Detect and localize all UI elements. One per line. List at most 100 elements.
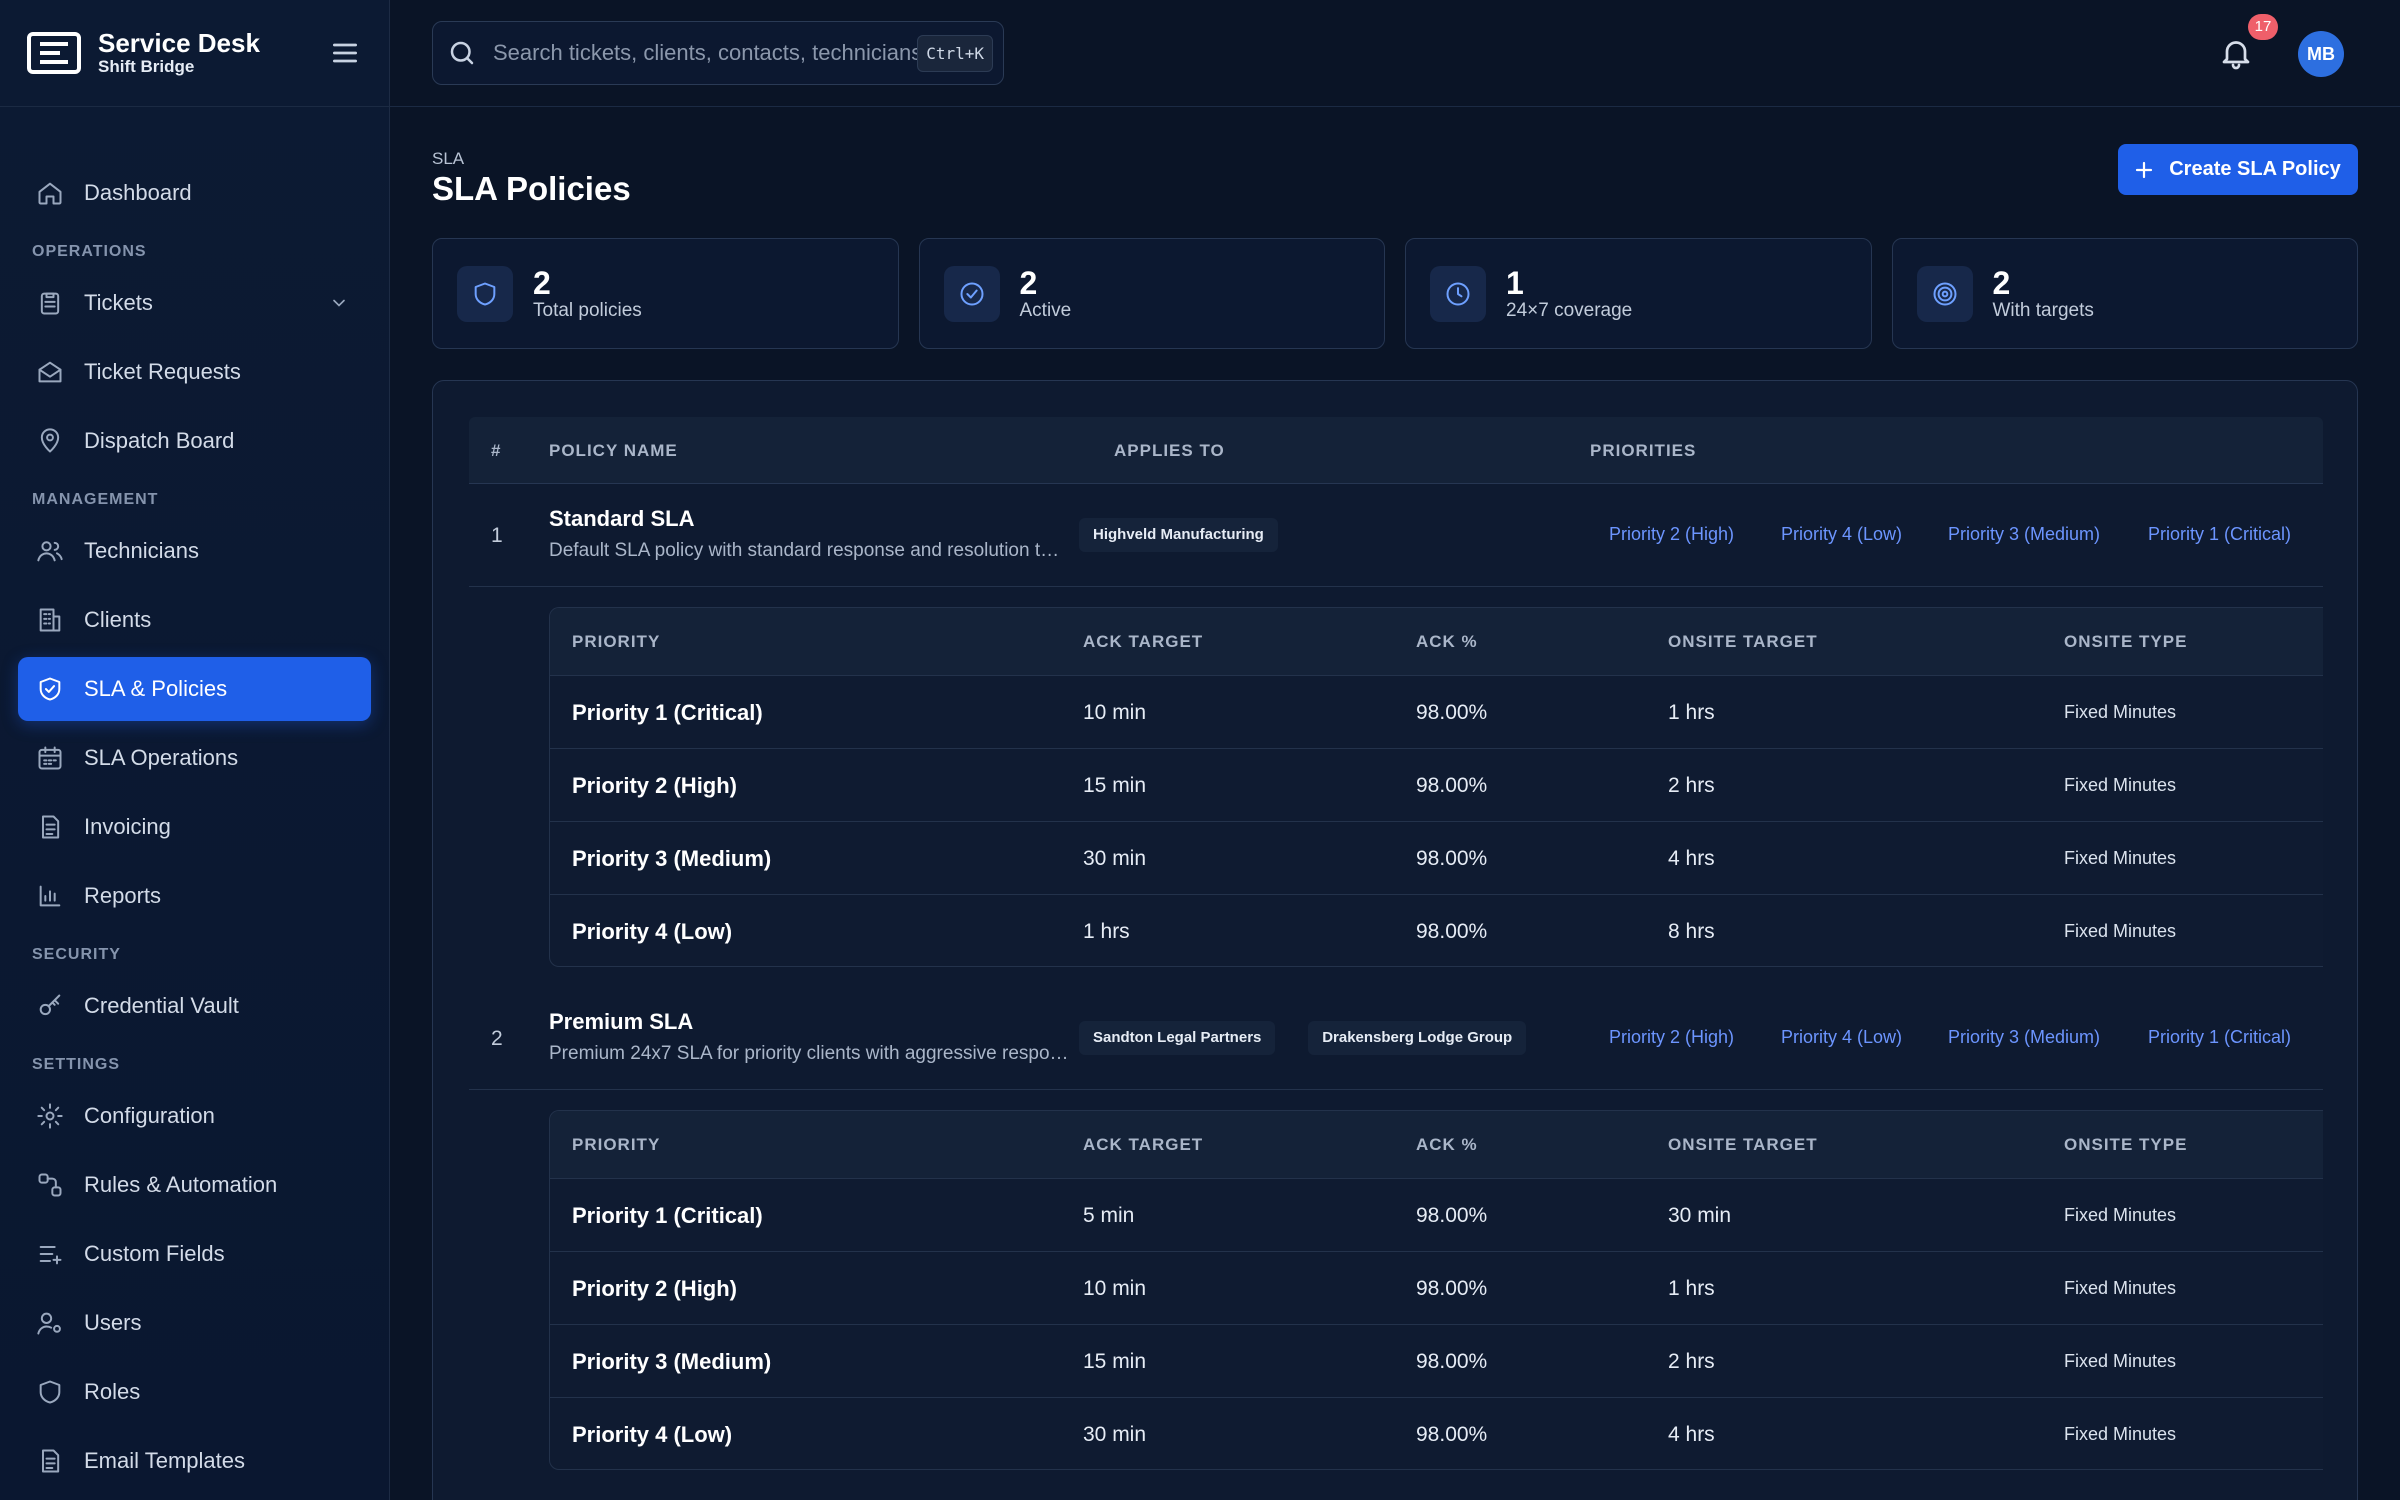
client-chip: Drakensberg Lodge Group — [1308, 1021, 1527, 1055]
col-onsite-target: ONSITE TARGET — [1668, 632, 1818, 651]
sidebar-item-invoicing[interactable]: Invoicing — [18, 795, 371, 859]
sidebar-item-ticket-requests[interactable]: Ticket Requests — [18, 340, 371, 404]
priority-tag: Priority 1 (Critical) — [2148, 1027, 2292, 1047]
target-row: Priority 2 (High) 15 min 98.00% 2 hrs Fixed … — [550, 749, 2323, 822]
col-priorities: PRIORITIES — [1590, 441, 1697, 460]
target-ack: 15 min — [1083, 774, 1147, 797]
col-onsite-type: ONSITE TYPE — [2064, 632, 2188, 651]
targets-header: PRIORITY ACK TARGET ACK % ONSITE TARGET ONSI… — [550, 608, 2323, 676]
workflow-icon — [38, 1173, 62, 1197]
map-pin-icon — [40, 428, 60, 453]
target-onsite-type: Fixed Minutes — [2064, 1351, 2177, 1371]
col-ack-target: ACK TARGET — [1083, 632, 1204, 651]
nav-section-operations: OPERATIONS — [32, 243, 147, 260]
client-chip: Sandton Legal Partners — [1079, 1021, 1276, 1055]
policy-name[interactable]: Standard SLA — [549, 506, 694, 532]
target-ack: 1 hrs — [1083, 920, 1130, 943]
global-search[interactable]: Ctrl+K — [432, 21, 1004, 85]
sidebar-item-dispatch-board[interactable]: Dispatch Board — [18, 409, 371, 473]
target-ack-percent: 98.00% — [1416, 701, 1488, 724]
sidebar-item-label: Dashboard — [84, 180, 192, 205]
policy-row[interactable]: 1 Standard SLA Default SLA policy with sta… — [469, 484, 2323, 587]
service-desk-logo-icon — [27, 32, 81, 74]
sidebar-item-custom-fields[interactable]: Custom Fields — [18, 1222, 371, 1286]
sidebar-item-roles[interactable]: Roles — [18, 1360, 371, 1424]
search-input[interactable] — [493, 40, 918, 66]
sidebar-item-label: Credential Vault — [84, 993, 239, 1018]
sidebar-item-sla-and-policies[interactable]: SLA & Policies — [18, 657, 371, 721]
target-ack: 15 min — [1083, 1350, 1147, 1373]
users-icon — [37, 541, 63, 562]
col-applies-to: APPLIES TO — [1114, 441, 1225, 460]
col-ack-target: ACK TARGET — [1083, 1135, 1204, 1154]
user-avatar[interactable]: MB — [2298, 31, 2344, 77]
target-priority: Priority 4 (Low) — [572, 1422, 733, 1447]
clipboard-icon — [40, 292, 60, 315]
document-icon — [42, 1449, 60, 1473]
sidebar-item-users[interactable]: Users — [18, 1291, 371, 1355]
sidebar-item-credential-vault[interactable]: Credential Vault — [18, 974, 371, 1038]
sidebar-item-email-templates[interactable]: Email Templates — [18, 1429, 371, 1493]
breadcrumb[interactable]: SLA — [432, 149, 464, 169]
sidebar-item-label: Ticket Requests — [84, 359, 241, 384]
sidebar-item-clients[interactable]: Clients — [18, 588, 371, 652]
target-ack-percent: 98.00% — [1416, 1204, 1488, 1227]
brand-subtitle: Shift Bridge — [98, 57, 195, 76]
col-onsite-type: ONSITE TYPE — [2064, 1135, 2188, 1154]
target-onsite-type: Fixed Minutes — [2064, 1424, 2177, 1444]
create-sla-policy-button[interactable]: Create SLA Policy — [2118, 144, 2358, 195]
sidebar-item-sla-operations[interactable]: SLA Operations — [18, 726, 371, 790]
home-icon — [38, 182, 62, 205]
target-ack-percent: 98.00% — [1416, 1423, 1488, 1446]
mail-open-icon — [38, 361, 62, 383]
target-ack: 30 min — [1083, 1423, 1147, 1446]
target-priority: Priority 3 (Medium) — [572, 846, 772, 871]
hamburger-menu-icon[interactable] — [329, 37, 361, 69]
target-row: Priority 2 (High) 10 min 98.00% 1 hrs Fixed … — [550, 1252, 2323, 1325]
stat-label: Active — [1019, 299, 1072, 321]
target-ack: 30 min — [1083, 847, 1147, 870]
sidebar-item-dashboard[interactable]: Dashboard — [18, 161, 371, 225]
target-onsite: 8 hrs — [1668, 920, 1715, 943]
col-priority: PRIORITY — [572, 1135, 661, 1154]
sidebar-item-tickets[interactable]: Tickets — [18, 271, 371, 335]
target-onsite: 2 hrs — [1668, 774, 1715, 797]
target-onsite-type: Fixed Minutes — [2064, 775, 2177, 795]
target-row: Priority 3 (Medium) 15 min 98.00% 2 hrs Fixe… — [550, 1325, 2323, 1398]
sidebar-item-label: Configuration — [84, 1103, 215, 1128]
bar-chart-icon — [39, 885, 61, 907]
target-onsite-type: Fixed Minutes — [2064, 1278, 2177, 1298]
sidebar-item-rules-and-automation[interactable]: Rules & Automation — [18, 1153, 371, 1217]
sidebar-item-label: SLA & Policies — [84, 676, 228, 701]
priority-tag: Priority 3 (Medium) — [1948, 1027, 2101, 1047]
stat-label: With targets — [1992, 299, 2094, 321]
target-priority: Priority 1 (Critical) — [572, 1203, 763, 1228]
nav-section-security: SECURITY — [32, 946, 121, 963]
sidebar-item-reports[interactable]: Reports — [18, 864, 371, 928]
table-header: # POLICY NAME APPLIES TO PRIORITIES — [469, 417, 2323, 484]
stat-card-total-policies: 2 Total policies — [432, 238, 899, 349]
target-onsite-type: Fixed Minutes — [2064, 1205, 2177, 1225]
sidebar-item-configuration[interactable]: Configuration — [18, 1084, 371, 1148]
priority-tag: Priority 2 (High) — [1609, 524, 1735, 544]
sidebar-item-label: Dispatch Board — [84, 428, 235, 453]
sidebar-item-technicians[interactable]: Technicians — [18, 519, 371, 583]
target-onsite-type: Fixed Minutes — [2064, 702, 2177, 722]
policy-description: Premium 24x7 SLA for priority clients wi… — [549, 1043, 1069, 1064]
policy-row[interactable]: 2 Premium SLA Premium 24x7 SLA for priorit… — [469, 987, 2323, 1090]
bell-icon[interactable] — [2218, 34, 2254, 72]
target-row: Priority 3 (Medium) 30 min 98.00% 4 hrs Fixe… — [550, 822, 2323, 895]
stats-row: 2 Total policies 2 Active 1 24×7 coverage 2 Wit… — [432, 238, 2358, 349]
sidebar-item-label: Invoicing — [84, 814, 171, 839]
nav-section-management: MANAGEMENT — [32, 491, 159, 508]
target-ack-percent: 98.00% — [1416, 1350, 1488, 1373]
clock-icon — [1446, 282, 1470, 305]
sidebar-nav: Dashboard OPERATIONS Tickets Ticket Request… — [0, 107, 389, 1493]
policy-name[interactable]: Premium SLA — [549, 1009, 693, 1035]
target-row: Priority 1 (Critical) 10 min 98.00% 1 hrs Fi… — [550, 676, 2323, 749]
col-number: # — [491, 441, 502, 460]
chevron-down-icon[interactable] — [329, 293, 349, 313]
target-onsite: 4 hrs — [1668, 847, 1715, 870]
client-chip: Highveld Manufacturing — [1079, 518, 1278, 552]
shield-check-icon — [39, 677, 61, 701]
